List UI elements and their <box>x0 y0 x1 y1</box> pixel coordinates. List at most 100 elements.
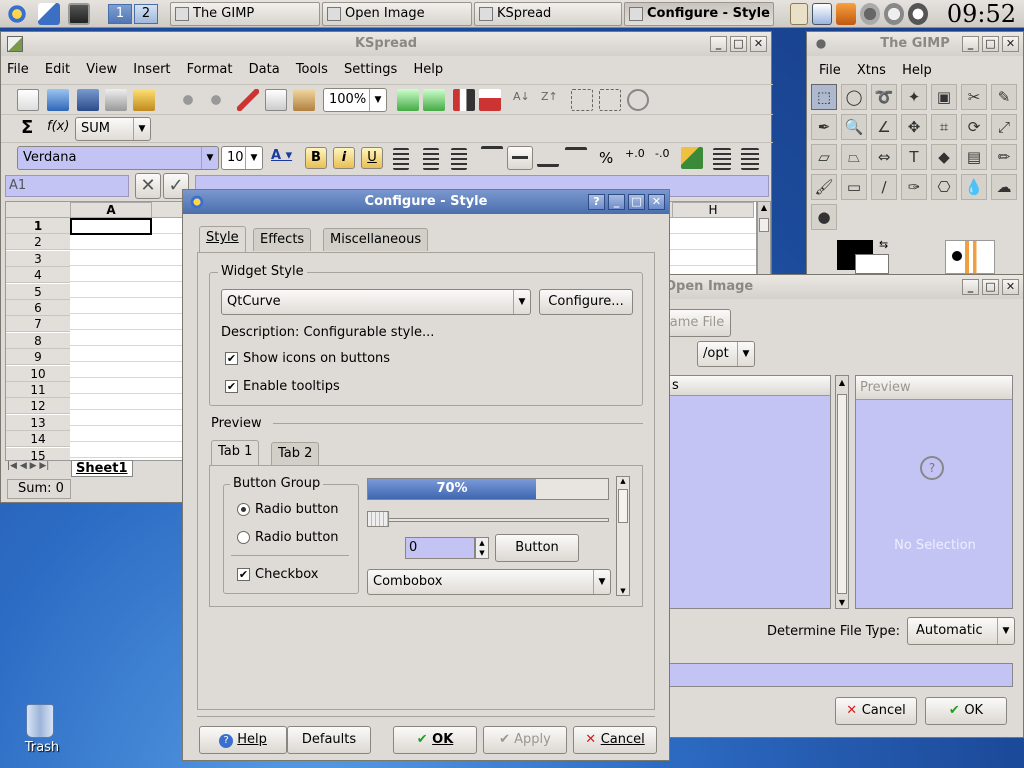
preview-scrollbar[interactable]: ▲ ▼ <box>616 476 630 596</box>
kde-menu-icon[interactable] <box>6 3 28 25</box>
clock[interactable]: 09:52 <box>947 0 1016 28</box>
spinbox-arrows-icon[interactable]: ▲ ▼ <box>475 537 489 559</box>
menu-format[interactable]: Format <box>181 59 239 81</box>
kspread-titlebar[interactable]: KSpread _ □ ✕ <box>1 32 771 56</box>
column-header-h[interactable]: H <box>672 202 754 218</box>
defaults-button[interactable]: Defaults <box>287 726 371 754</box>
configure-maximize-button[interactable]: □ <box>628 194 645 210</box>
row-header[interactable]: 11 <box>6 382 70 398</box>
file-type-combo[interactable]: Automatic ▼ <box>907 617 1015 645</box>
select-by-color-icon[interactable]: ▣ <box>931 84 957 110</box>
paths-icon[interactable]: ✎ <box>991 84 1017 110</box>
menu-help[interactable]: Help <box>407 59 449 81</box>
align-center-icon[interactable] <box>423 148 439 170</box>
sort-descending-icon[interactable]: Z↑ <box>541 89 563 111</box>
scroll-down-icon[interactable]: ▼ <box>836 598 848 607</box>
row-header[interactable]: 15 <box>6 447 70 460</box>
menu-settings[interactable]: Settings <box>338 59 403 81</box>
print-preview-icon[interactable] <box>133 89 155 111</box>
bold-button[interactable]: B <box>305 147 327 169</box>
configure-titlebar[interactable]: Configure - Style ? _ □ ✕ <box>183 190 669 214</box>
align-top-icon[interactable] <box>481 146 503 156</box>
tab-style[interactable]: Style <box>199 226 246 252</box>
underline-button[interactable]: U <box>361 147 383 169</box>
rename-file-button[interactable]: ame File <box>663 309 731 337</box>
kspread-close-button[interactable]: ✕ <box>750 36 767 52</box>
radio-button-1[interactable] <box>237 503 250 516</box>
row-header[interactable]: 7 <box>6 316 70 333</box>
brush-indicator[interactable] <box>945 240 995 274</box>
measure-icon[interactable]: ∠ <box>871 114 897 140</box>
ink-icon[interactable]: ✑ <box>901 174 927 200</box>
decrease-indent-icon[interactable] <box>741 148 759 170</box>
italic-button[interactable]: i <box>333 147 355 169</box>
preview-checkbox[interactable]: ✔ <box>237 568 250 581</box>
wrap-text-icon[interactable] <box>565 147 587 169</box>
row-header[interactable]: 9 <box>6 349 70 366</box>
open-image-close-button[interactable]: ✕ <box>1002 279 1019 295</box>
align-left-icon[interactable] <box>393 148 409 170</box>
dodge-burn-icon[interactable]: ● <box>811 204 837 230</box>
row-header[interactable]: 13 <box>6 414 70 431</box>
apply-button[interactable]: ✔ Apply <box>483 726 567 754</box>
row-header[interactable]: 8 <box>6 332 70 349</box>
flip-icon[interactable]: ⇔ <box>871 144 897 170</box>
show-icons-checkbox[interactable]: ✔ <box>225 352 238 365</box>
task-gimp[interactable]: The GIMP <box>170 2 320 26</box>
cut-icon[interactable] <box>237 89 259 111</box>
delete-columns-icon[interactable] <box>479 89 501 111</box>
gimp-menu-xtns[interactable]: Xtns <box>851 60 892 82</box>
currency-icon[interactable] <box>681 147 703 169</box>
preview-spinbox[interactable]: 0 <box>405 537 475 559</box>
configure-help-button[interactable]: ? <box>588 194 605 210</box>
align-right-icon[interactable] <box>451 148 467 170</box>
zoom-combo[interactable]: 100% ▼ <box>323 88 387 112</box>
row-header[interactable]: 5 <box>6 283 70 300</box>
text-icon[interactable]: T <box>901 144 927 170</box>
shear-icon[interactable]: ▱ <box>811 144 837 170</box>
preview-checkbox-label[interactable]: Checkbox <box>255 567 319 582</box>
color-picker-icon[interactable]: ✒ <box>811 114 837 140</box>
increase-indent-icon[interactable] <box>713 148 731 170</box>
sheet-nav-icons[interactable]: |◀ ◀ ▶ ▶| <box>7 461 49 471</box>
menu-view[interactable]: View <box>80 59 123 81</box>
scroll-up-icon[interactable]: ▲ <box>759 203 769 215</box>
row-header[interactable]: 4 <box>6 267 70 284</box>
path-combo[interactable]: /opt ▼ <box>697 341 755 367</box>
klipper-icon[interactable] <box>790 3 808 25</box>
kspread-maximize-button[interactable]: □ <box>730 36 747 52</box>
filename-input[interactable] <box>669 663 1013 687</box>
file-list-scrollbar[interactable]: ▲ ▼ <box>835 375 849 609</box>
file-list-header[interactable]: s <box>670 376 830 396</box>
preview-combobox[interactable]: Combobox ▼ <box>367 569 611 595</box>
configure-minimize-button[interactable]: _ <box>608 194 625 210</box>
preview-header[interactable]: Preview <box>856 376 1012 400</box>
ok-button[interactable]: ✔ OK <box>393 726 477 754</box>
gimp-app-icon[interactable] <box>813 36 829 52</box>
file-list[interactable]: s <box>669 375 831 609</box>
radio-button-2-label[interactable]: Radio button <box>255 530 339 545</box>
gimp-close-button[interactable]: ✕ <box>1002 36 1019 52</box>
kspread-minimize-button[interactable]: _ <box>710 36 727 52</box>
align-bottom-icon[interactable] <box>537 157 559 167</box>
zoom-icon[interactable]: 🔍 <box>841 114 867 140</box>
open-cancel-button[interactable]: ✕ Cancel <box>835 697 917 725</box>
airbrush-icon[interactable]: ∕ <box>871 174 897 200</box>
background-color-swatch[interactable] <box>855 254 889 274</box>
delete-rows-icon[interactable] <box>453 89 475 111</box>
text-color-icon[interactable]: A ▾ <box>271 148 292 163</box>
open-ok-button[interactable]: ✔ OK <box>925 697 1007 725</box>
task-kspread[interactable]: KSpread <box>474 2 622 26</box>
row-header[interactable]: 2 <box>6 234 70 251</box>
scale-icon[interactable]: ⤢ <box>991 114 1017 140</box>
slider-handle[interactable] <box>367 511 389 527</box>
blur-icon[interactable]: 💧 <box>961 174 987 200</box>
active-cell[interactable] <box>70 218 152 235</box>
row-header[interactable]: 14 <box>6 431 70 448</box>
undo-icon[interactable] <box>177 89 199 111</box>
calendar-icon[interactable] <box>812 3 832 25</box>
recalculate-icon[interactable] <box>627 89 649 111</box>
new-document-icon[interactable] <box>17 89 39 111</box>
print-icon[interactable] <box>105 89 127 111</box>
scissors-icon[interactable]: ✂ <box>961 84 987 110</box>
